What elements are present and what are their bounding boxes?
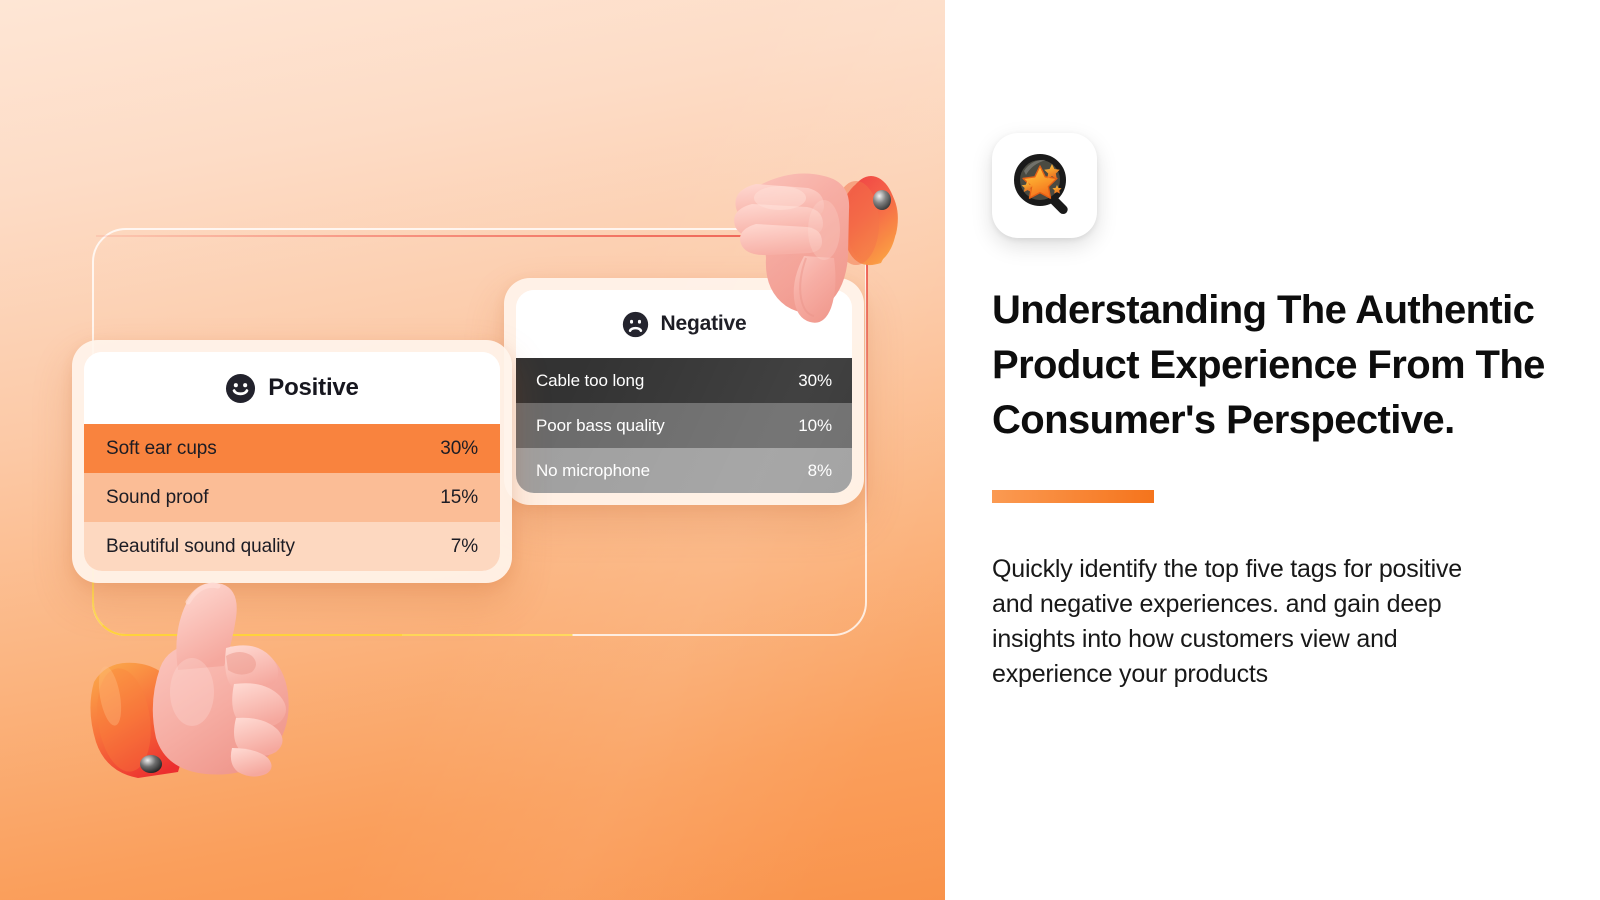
positive-tags-card[interactable]: Positive Soft ear cups 30% Sound proof 1… bbox=[72, 340, 512, 583]
negative-card-header: Negative bbox=[516, 290, 852, 358]
connector-line-horizontal bbox=[96, 235, 868, 237]
visual-panel: Negative Cable too long 30% Poor bass qu… bbox=[0, 0, 945, 900]
negative-card-inner: Negative Cable too long 30% Poor bass qu… bbox=[516, 290, 852, 493]
tag-label: Beautiful sound quality bbox=[106, 535, 295, 557]
tag-value: 10% bbox=[798, 415, 832, 435]
tag-label: Sound proof bbox=[106, 486, 209, 508]
tag-label: Cable too long bbox=[536, 370, 645, 390]
table-row[interactable]: Cable too long 30% bbox=[516, 358, 852, 403]
magnifier-star-icon bbox=[1013, 153, 1068, 214]
tag-label: No microphone bbox=[536, 460, 650, 480]
tag-label: Poor bass quality bbox=[536, 415, 665, 435]
tag-value: 8% bbox=[807, 460, 832, 480]
tag-label: Soft ear cups bbox=[106, 437, 217, 459]
positive-card-title: Positive bbox=[268, 374, 359, 401]
accent-divider bbox=[992, 490, 1154, 503]
table-row[interactable]: Beautiful sound quality 7% bbox=[84, 522, 500, 571]
tag-value: 15% bbox=[440, 486, 478, 508]
negative-tags-card[interactable]: Negative Cable too long 30% Poor bass qu… bbox=[504, 278, 864, 505]
table-row[interactable]: Sound proof 15% bbox=[84, 473, 500, 522]
table-row[interactable]: No microphone 8% bbox=[516, 448, 852, 493]
infographic-page: Negative Cable too long 30% Poor bass qu… bbox=[0, 0, 1600, 900]
body-copy: Quickly identify the top five tags for p… bbox=[992, 555, 1462, 688]
app-icon[interactable] bbox=[992, 133, 1097, 238]
text-panel: Understanding The Authentic Product Expe… bbox=[945, 0, 1600, 900]
positive-card-header: Positive bbox=[84, 352, 500, 424]
table-row[interactable]: Soft ear cups 30% bbox=[84, 424, 500, 473]
tag-value: 30% bbox=[440, 437, 478, 459]
sad-face-icon bbox=[622, 311, 648, 337]
tag-value: 7% bbox=[450, 535, 478, 557]
positive-card-inner: Positive Soft ear cups 30% Sound proof 1… bbox=[84, 352, 500, 571]
smiley-face-icon bbox=[226, 373, 256, 403]
negative-card-title: Negative bbox=[660, 312, 747, 335]
table-row[interactable]: Poor bass quality 10% bbox=[516, 403, 852, 448]
connector-line-vertical bbox=[866, 235, 868, 523]
page-title: Understanding The Authentic Product Expe… bbox=[992, 288, 1545, 442]
tag-value: 30% bbox=[798, 370, 832, 390]
